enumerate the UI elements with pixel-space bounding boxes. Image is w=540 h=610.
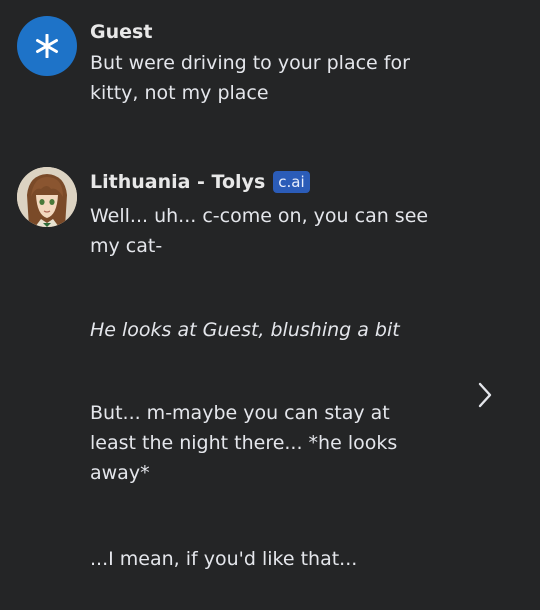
author-name: Guest [90,21,153,43]
message-paragraph: ...I mean, if you'd like that... [90,548,358,570]
message-guest: Guest But were driving to your place for… [17,16,437,116]
chat-container: Guest But were driving to your place for… [0,0,540,610]
avatar-character[interactable] [17,167,77,227]
message-paragraph: Well... uh... c-come on, you can see my … [90,205,429,257]
message-content: Guest But were driving to your place for… [90,17,430,104]
message-text: But were driving to your place for kitty… [90,52,410,104]
ai-badge: c.ai [273,171,310,193]
message-paragraph-action: He looks at Guest, blushing a bit [90,319,400,341]
character-portrait-icon [17,167,77,227]
message-paragraph: But... m-maybe you can stay at least the… [90,402,398,484]
author-name: Lithuania - Tolys [90,171,266,193]
message-content: Lithuania - Tolys c.ai Well... uh... c-c… [90,167,430,570]
message-character: Lithuania - Tolys c.ai Well... uh... c-c… [17,167,437,587]
author-row: Guest [90,17,430,47]
author-row: Lithuania - Tolys c.ai [90,167,430,197]
asterisk-icon [36,34,58,58]
chevron-right-icon [478,382,492,408]
next-response-button[interactable] [474,380,496,410]
avatar-guest[interactable] [17,16,77,76]
